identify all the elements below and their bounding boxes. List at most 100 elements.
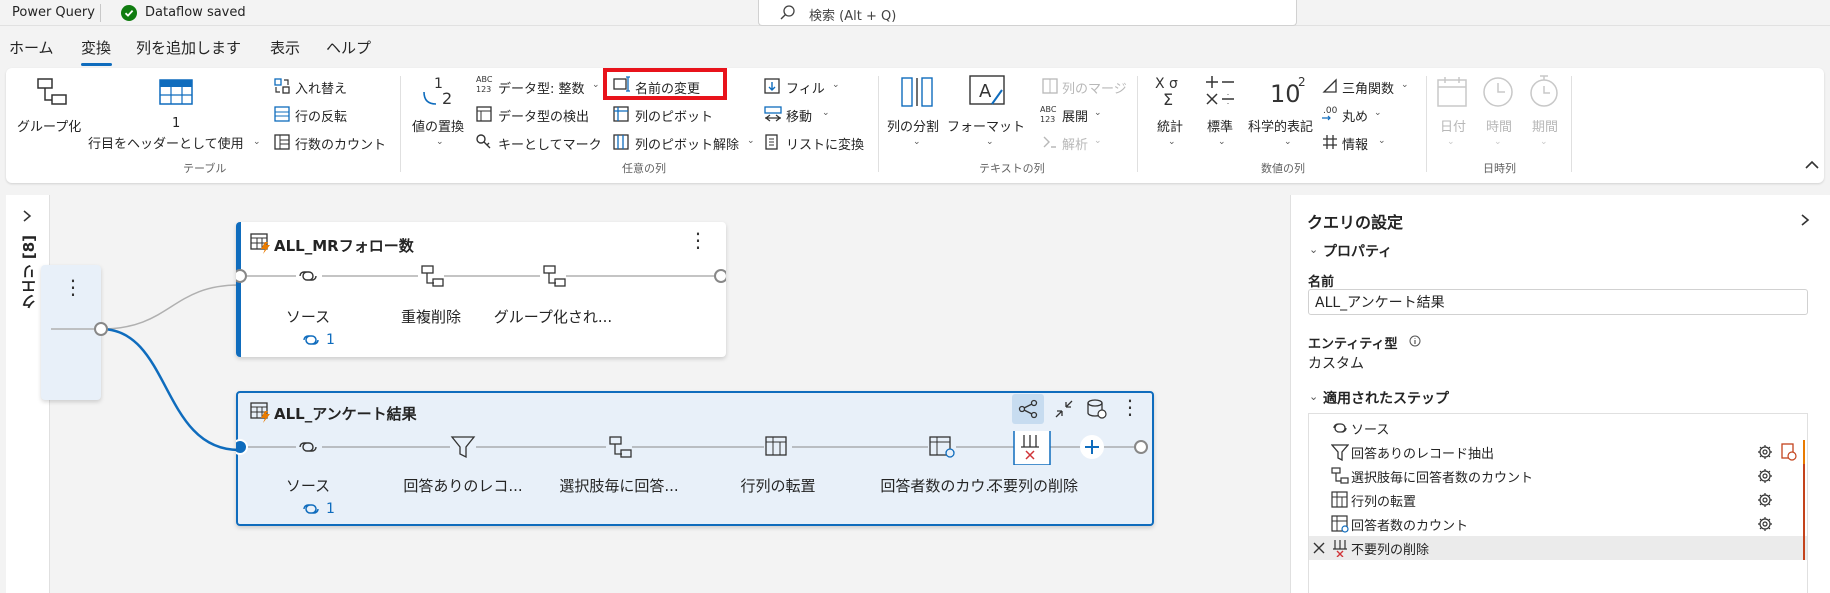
applied-step-label: 行列の転置 <box>1351 495 1417 510</box>
tab-help[interactable]: ヘルプ <box>326 37 371 58</box>
delete-step-icon[interactable] <box>1313 542 1325 554</box>
trigonometry-button[interactable]: 三角関数 <box>1342 78 1394 97</box>
gear-icon[interactable] <box>1757 468 1773 484</box>
group-by-button[interactable]: グループ化 <box>17 116 81 135</box>
step-warning-icon[interactable] <box>1781 443 1797 461</box>
step-count-per-choice[interactable]: 選択肢毎に回答... <box>559 475 678 496</box>
svg-text:2: 2 <box>442 89 452 108</box>
ribbon-divider <box>1571 76 1572 172</box>
applied-step-row[interactable]: 回答者数のカウント <box>1309 512 1807 536</box>
step-remove-duplicates[interactable]: 重複削除 <box>401 306 461 327</box>
replace-values-button[interactable]: 値の置換 <box>412 116 464 135</box>
diagram-view-toggle[interactable] <box>1012 394 1044 424</box>
expand-button[interactable]: 展開 <box>1062 106 1088 125</box>
link-count[interactable]: 1 <box>326 501 335 517</box>
time-button[interactable]: 時間 <box>1486 116 1512 135</box>
chevron-right-icon[interactable] <box>21 209 33 223</box>
link-icon <box>1333 423 1347 433</box>
collapse-ribbon-icon[interactable] <box>1805 160 1819 170</box>
query-name-input[interactable] <box>1308 289 1808 315</box>
query-card-survey-results[interactable]: ALL_アンケート結果 ⋮ ソース 回答ありのレコ... 選択肢毎に回答... … <box>236 391 1154 526</box>
chevron-down-icon[interactable]: ⌄ <box>1309 390 1318 403</box>
tab-transform[interactable]: 変換 <box>81 37 111 58</box>
more-options-icon[interactable]: ⋮ <box>688 228 708 252</box>
use-first-row-header-button[interactable]: 行目をヘッダーとして使用 <box>88 133 244 152</box>
reverse-rows-button[interactable]: 行の反転 <box>295 106 347 125</box>
diagram-canvas[interactable]: ⋮ ALL_MRフォロー数 ⋮ ソース 重複削除 グループ化され... 1 AL… <box>41 195 1289 593</box>
transpose-icon <box>1331 491 1348 508</box>
parse-button[interactable]: 解析 <box>1062 134 1088 153</box>
database-icon[interactable] <box>1086 398 1108 420</box>
svg-text:.00: .00 <box>1323 106 1338 116</box>
unpivot-columns-button[interactable]: 列のピボット解除 <box>635 134 739 153</box>
step-filter-answered[interactable]: 回答ありのレコ... <box>403 475 522 496</box>
properties-heading[interactable]: プロパティ <box>1323 241 1392 261</box>
statistics-button[interactable]: 統計 <box>1157 116 1183 135</box>
tab-home[interactable]: ホーム <box>9 37 54 58</box>
check-circle-icon <box>121 5 137 21</box>
step-grouped[interactable]: グループ化され... <box>494 306 612 327</box>
gear-icon[interactable] <box>1757 516 1773 532</box>
move-button[interactable]: 移動 <box>786 106 812 125</box>
tab-view[interactable]: 表示 <box>270 37 300 58</box>
search-box[interactable]: 検索 (Alt + Q) <box>758 0 1297 26</box>
statistics-icon: X σ Σ <box>1155 76 1178 108</box>
group-label-text-column: テキストの列 <box>979 162 1045 175</box>
link-count[interactable]: 1 <box>326 332 335 348</box>
svg-text:A: A <box>979 81 992 102</box>
group-label-any-column: 任意の列 <box>622 162 666 175</box>
step-transpose[interactable]: 行列の転置 <box>740 475 815 496</box>
mark-as-key-button[interactable]: キーとしてマーク <box>498 134 602 153</box>
information-button[interactable]: 情報 <box>1342 134 1368 153</box>
step-count-respondents[interactable]: 回答者数のカウ... <box>880 475 999 496</box>
count-rows-button[interactable]: 行数のカウント <box>295 134 386 153</box>
step-source[interactable]: ソース <box>286 306 330 327</box>
chevron-down-icon: ⌄ <box>1168 137 1176 147</box>
more-options-icon[interactable]: ⋮ <box>1120 395 1140 419</box>
collapse-arrows-icon[interactable] <box>1054 399 1074 419</box>
date-button[interactable]: 日付 <box>1440 116 1466 135</box>
step-chain <box>236 264 726 288</box>
duration-button[interactable]: 期間 <box>1532 116 1558 135</box>
info-circle-icon[interactable] <box>1409 335 1421 347</box>
info-icon <box>1323 135 1337 149</box>
applied-step-row[interactable]: 回答ありのレコード抽出 <box>1309 440 1807 464</box>
convert-to-list-button[interactable]: リストに変換 <box>786 134 864 153</box>
query-card-title: ALL_アンケート結果 <box>274 405 417 423</box>
swap-button[interactable]: 入れ替え <box>295 78 347 97</box>
chevron-down-icon[interactable]: ⌄ <box>1309 243 1318 256</box>
format-button[interactable]: フォーマット <box>947 116 1025 135</box>
applied-step-row[interactable]: ソース <box>1309 416 1807 440</box>
split-column-button[interactable]: 列の分割 <box>887 116 939 135</box>
merge-columns-button[interactable]: 列のマージ <box>1062 78 1127 97</box>
chevron-right-icon[interactable] <box>1799 213 1811 227</box>
applied-step-row[interactable]: 行列の転置 <box>1309 488 1807 512</box>
queries-pane-label[interactable]: クエリ [8] <box>18 235 39 309</box>
applied-steps-heading[interactable]: 適用されたステップ <box>1323 388 1449 408</box>
gear-icon[interactable] <box>1757 444 1773 460</box>
detect-type-button[interactable]: データ型の検出 <box>498 106 589 125</box>
rounding-icon: .00 <box>1322 106 1338 121</box>
applied-step-row-selected[interactable]: 不要列の削除 <box>1309 536 1807 560</box>
query-card-mr-follow[interactable]: ALL_MRフォロー数 ⋮ ソース 重複削除 グループ化され... 1 <box>236 222 726 357</box>
applied-step-label: ソース <box>1351 423 1390 438</box>
fill-button[interactable]: フィル <box>786 78 825 97</box>
chevron-down-icon: ⌄ <box>986 137 994 147</box>
gear-icon[interactable] <box>1757 492 1773 508</box>
group-by-icon <box>1331 467 1349 484</box>
chevron-down-icon: ⌄ <box>1378 136 1386 146</box>
scientific-button[interactable]: 科学的表記 <box>1248 116 1313 135</box>
split-column-icon <box>901 77 933 107</box>
list-icon <box>765 134 778 150</box>
step-remove-columns[interactable]: 不要列の削除 <box>988 475 1078 496</box>
step-source[interactable]: ソース <box>286 475 330 496</box>
applied-step-row[interactable]: 選択肢毎に回答者数のカウント <box>1309 464 1807 488</box>
parse-icon <box>1043 136 1056 148</box>
rounding-button[interactable]: 丸め <box>1342 106 1368 125</box>
rename-button[interactable]: 名前の変更 <box>635 78 700 97</box>
data-type-button[interactable]: データ型: 整数 <box>498 78 585 97</box>
step-warning-marker <box>1803 512 1805 536</box>
pivot-column-button[interactable]: 列のピボット <box>635 106 713 125</box>
tab-add-column[interactable]: 列を追加します <box>136 37 241 58</box>
standard-button[interactable]: 標準 <box>1207 116 1233 135</box>
